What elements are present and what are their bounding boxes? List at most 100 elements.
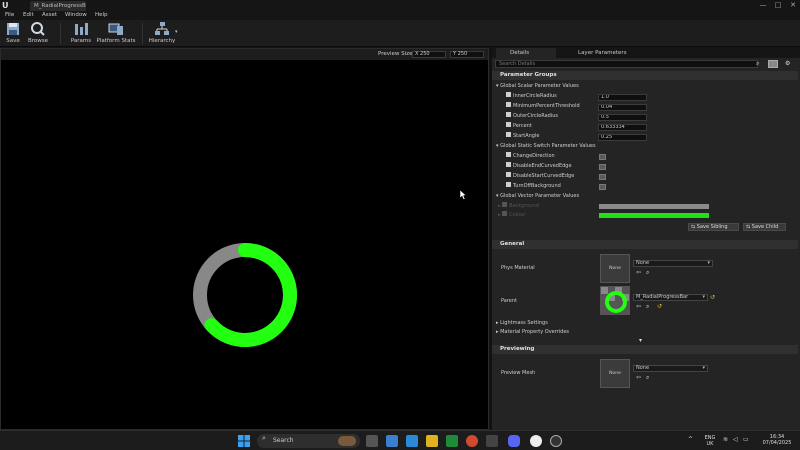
- checkbox[interactable]: [502, 211, 508, 216]
- wifi-icon[interactable]: ≋: [723, 437, 728, 443]
- switch-group-header[interactable]: ▾ Global Static Switch Parameter Values: [496, 143, 596, 150]
- lightmass-settings-row[interactable]: ▸ Lightmass Settings: [496, 320, 548, 327]
- vector-group-header[interactable]: ▾ Global Vector Parameter Values: [496, 193, 579, 200]
- reset-to-default-icon[interactable]: ↺: [657, 303, 662, 310]
- background-color-swatch[interactable]: [599, 204, 709, 209]
- checkbox[interactable]: [502, 202, 508, 207]
- param-row[interactable]: DisableEndCurvedEdge: [506, 162, 572, 170]
- chrome-icon[interactable]: [466, 435, 478, 447]
- param-row[interactable]: ▸ Background: [498, 202, 539, 210]
- discord-icon[interactable]: [508, 435, 520, 447]
- tray-overflow-icon[interactable]: ^: [688, 437, 693, 443]
- params-button[interactable]: Params: [68, 21, 94, 46]
- checkbox[interactable]: [506, 92, 511, 97]
- checkbox[interactable]: [506, 122, 511, 127]
- checkbox[interactable]: [506, 112, 511, 117]
- use-selected-arrow-icon[interactable]: ⇦: [636, 269, 641, 276]
- browse-button[interactable]: Browse: [25, 21, 51, 46]
- save-sibling-button[interactable]: ⇆ Save Sibling: [688, 223, 739, 231]
- preview-mesh-thumbnail[interactable]: None: [600, 359, 630, 388]
- switch-value-checkbox[interactable]: [599, 174, 606, 180]
- editor-tab[interactable]: M_RadialProgressBar_Inst: [30, 1, 86, 11]
- general-section-header[interactable]: General: [492, 240, 798, 249]
- parameter-groups-header[interactable]: Parameter Groups: [492, 71, 798, 80]
- preview-mesh-dropdown[interactable]: None ▾: [633, 365, 708, 372]
- maximize-button[interactable]: □: [771, 0, 785, 11]
- browse-asset-icon[interactable]: ⌕: [646, 374, 649, 382]
- volume-icon[interactable]: ◁: [733, 437, 738, 443]
- language-indicator[interactable]: ENG UK: [701, 435, 719, 447]
- menu-file[interactable]: File: [5, 11, 14, 20]
- preview-size-y-input[interactable]: Y 250: [450, 51, 484, 58]
- platform-stats-button[interactable]: Platform Stats: [96, 21, 136, 46]
- scalar-value-input[interactable]: 1.0: [598, 94, 647, 101]
- settings-icon[interactable]: ⚙: [785, 60, 790, 67]
- material-property-overrides-row[interactable]: ▸ Material Property Overrides: [496, 329, 569, 336]
- windows-start-icon[interactable]: [238, 435, 250, 447]
- save-button[interactable]: Save: [2, 21, 24, 46]
- checkbox[interactable]: [506, 132, 511, 137]
- expand-advanced-icon[interactable]: ▾: [639, 337, 642, 344]
- widgets-icon[interactable]: [386, 435, 398, 447]
- switch-value-checkbox[interactable]: [599, 154, 606, 160]
- hierarchy-dropdown-icon[interactable]: ▾: [175, 29, 178, 35]
- param-row[interactable]: ▸ Colour: [498, 211, 525, 219]
- close-button[interactable]: ✕: [786, 0, 800, 11]
- param-row[interactable]: TurnOffBackground: [506, 182, 561, 190]
- menu-window[interactable]: Window: [65, 11, 87, 20]
- switch-value-checkbox[interactable]: [599, 184, 606, 190]
- scalar-group-header[interactable]: ▾ Global Scalar Parameter Values: [496, 83, 579, 90]
- checkbox[interactable]: [506, 172, 511, 177]
- edge-icon[interactable]: [406, 435, 418, 447]
- browse-asset-icon[interactable]: ⌕: [646, 303, 649, 311]
- param-row[interactable]: MinimumPercentThreshold: [506, 102, 580, 110]
- menu-edit[interactable]: Edit: [23, 11, 34, 20]
- clock[interactable]: 16:34 07/04/2025: [758, 434, 796, 446]
- checkbox[interactable]: [506, 162, 511, 167]
- preview-viewport[interactable]: Preview Size X 250 Y 250: [0, 48, 489, 430]
- browse-asset-icon[interactable]: ⌕: [646, 269, 649, 277]
- task-view-icon[interactable]: [366, 435, 378, 447]
- param-row[interactable]: InnerCircleRadius: [506, 92, 557, 100]
- menu-asset[interactable]: Asset: [42, 11, 57, 20]
- checkbox[interactable]: [506, 182, 511, 187]
- phys-material-thumbnail[interactable]: None: [600, 254, 630, 283]
- colour-color-swatch[interactable]: [599, 213, 709, 218]
- checkbox[interactable]: [506, 152, 511, 157]
- use-selected-arrow-icon[interactable]: ⇦: [636, 374, 641, 381]
- tab-details[interactable]: Details: [496, 48, 556, 58]
- search-highlight-icon[interactable]: [338, 436, 356, 446]
- view-options-icon[interactable]: [768, 60, 778, 68]
- file-explorer-icon[interactable]: [426, 435, 438, 447]
- scalar-value-input[interactable]: 0.633334: [598, 124, 647, 131]
- hierarchy-button[interactable]: Hierarchy ▾: [146, 21, 178, 46]
- phys-material-dropdown[interactable]: None ▾: [633, 260, 713, 267]
- minimize-button[interactable]: —: [756, 0, 770, 11]
- save-child-button[interactable]: ⇆ Save Child: [743, 223, 786, 231]
- scalar-value-input[interactable]: 0.5: [598, 114, 647, 121]
- parent-material-thumbnail[interactable]: [600, 286, 630, 315]
- checkbox[interactable]: [506, 102, 511, 107]
- reset-parent-icon[interactable]: ↺: [710, 294, 715, 301]
- parent-dropdown[interactable]: M_RadialProgressBar ▾: [633, 294, 708, 301]
- param-row[interactable]: DisableStartCurvedEdge: [506, 172, 574, 180]
- tab-layer-parameters[interactable]: Layer Parameters: [564, 48, 640, 58]
- switch-value-checkbox[interactable]: [599, 164, 606, 170]
- settings-app-icon[interactable]: [486, 435, 498, 447]
- battery-icon[interactable]: ▭: [743, 437, 749, 443]
- parent-thumbnail-ring-icon: [601, 287, 629, 314]
- preview-size-x-input[interactable]: X 250: [412, 51, 446, 58]
- details-search-input[interactable]: Search Details: [495, 60, 758, 68]
- param-row[interactable]: Percent: [506, 122, 532, 130]
- xbox-icon[interactable]: [446, 435, 458, 447]
- param-row[interactable]: StartAngle: [506, 132, 539, 140]
- scalar-value-input[interactable]: 0.25: [598, 134, 647, 141]
- param-row[interactable]: ChangeDirection: [506, 152, 555, 160]
- unreal-engine-icon[interactable]: [530, 435, 542, 447]
- param-row[interactable]: OuterCircleRadius: [506, 112, 558, 120]
- previewing-section-header[interactable]: Previewing: [492, 345, 798, 354]
- github-icon[interactable]: [550, 435, 562, 447]
- menu-help[interactable]: Help: [95, 11, 108, 20]
- use-selected-arrow-icon[interactable]: ⇦: [636, 303, 641, 310]
- scalar-value-input[interactable]: 0.04: [598, 104, 647, 111]
